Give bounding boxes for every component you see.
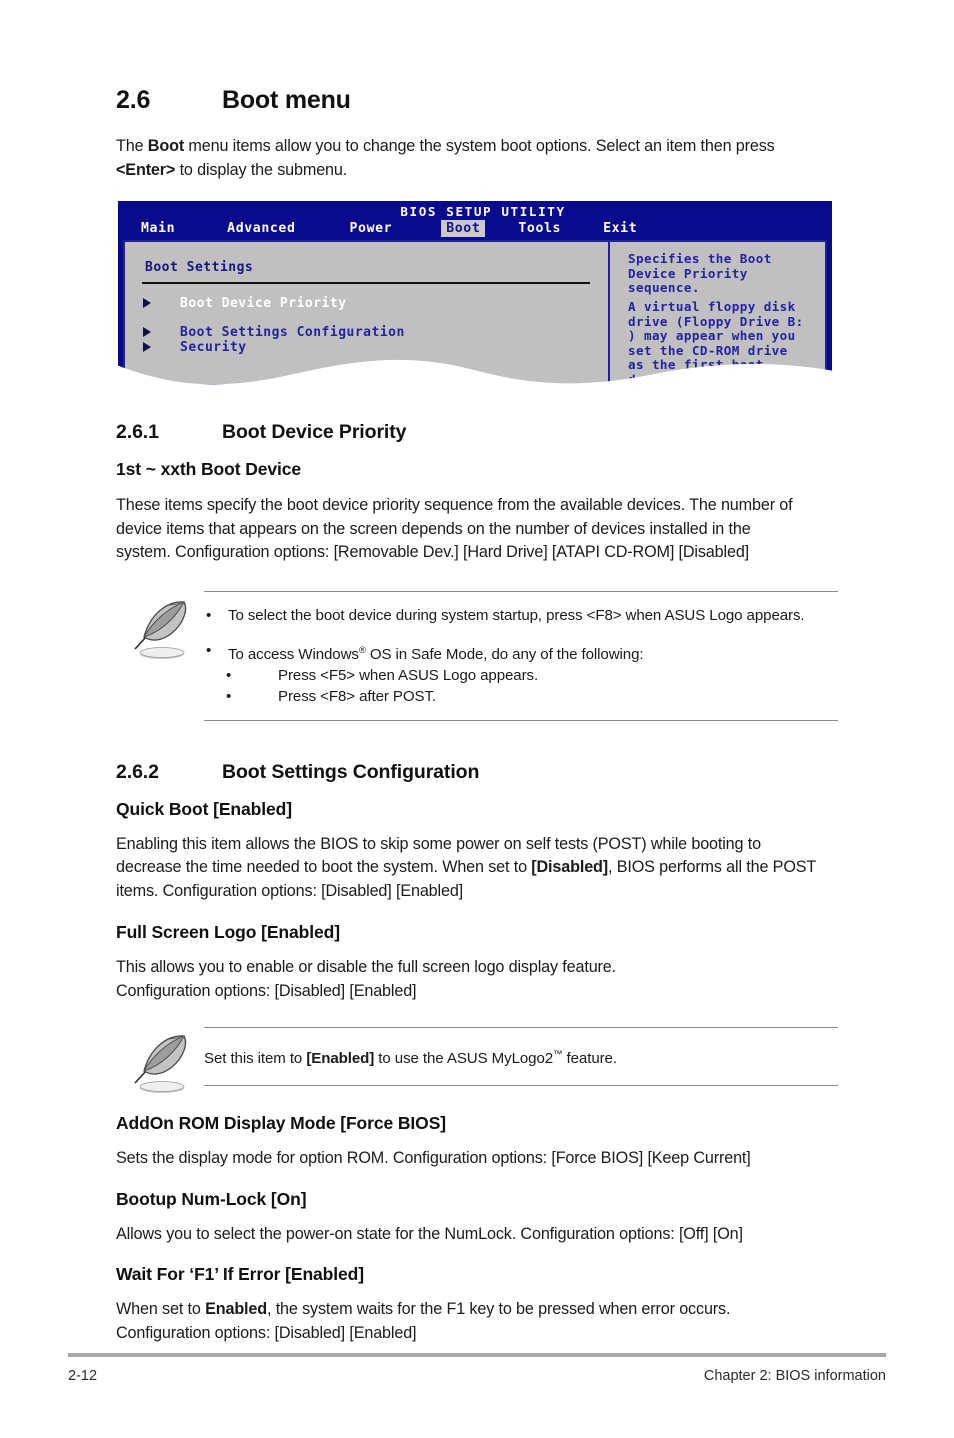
heading-addon-rom-display-mode: AddOn ROM Display Mode [Force BIOS]	[116, 1113, 446, 1134]
intro-part-2: menu items allow you to change the syste…	[184, 137, 775, 155]
section-number: 2.6	[116, 86, 151, 114]
bootup-num-lock-body: Allows you to select the power-on state …	[116, 1224, 743, 1243]
bios-item-boot-settings-configuration[interactable]: Boot Settings Configuration	[180, 325, 405, 340]
intro-part-3: to display the submenu.	[175, 160, 348, 179]
subsection-title: Boot Settings Configuration	[222, 760, 480, 783]
submenu-arrow-icon	[143, 342, 151, 352]
bios-tab-exit[interactable]: Exit	[598, 220, 642, 237]
heading-wait-for-f1-if-error: Wait For ‘F1’ If Error [Enabled]	[116, 1264, 364, 1285]
bios-menu-bar: Main Advanced Power Boot Tools Exit	[118, 219, 832, 238]
section-title: Boot menu	[222, 86, 351, 114]
intro-part-1: The	[116, 137, 148, 155]
footer-page-number: 2-12	[68, 1368, 98, 1384]
quill-pen-icon	[134, 600, 187, 659]
note-content: • To select the boot device during syste…	[204, 590, 838, 721]
subsection-number: 2.6.2	[116, 760, 159, 783]
document-page: 2.6 Boot menu The Boot menu items allow …	[0, 0, 954, 1438]
body-part-b: , the system waits for the F1 key to be …	[267, 1300, 731, 1319]
bios-tab-main[interactable]: Main	[136, 220, 180, 237]
bios-tab-advanced[interactable]: Advanced	[222, 220, 300, 237]
note-text: Press <F8> after POST.	[278, 687, 437, 705]
note-box-2: Set this item to [Enabled] to use the AS…	[116, 1027, 838, 1094]
note-bold-enabled: [Enabled]	[306, 1050, 375, 1068]
bios-tab-tools[interactable]: Tools	[513, 220, 566, 237]
note-text: To select the boot device during system …	[228, 606, 805, 624]
intro-bold-boot: Boot	[147, 137, 185, 155]
subsection-title: Boot Device Priority	[222, 421, 407, 443]
intro-bold-enter: <Enter>	[116, 160, 176, 179]
bios-setup-utility-screen: BIOS SETUP UTILITY Main Advanced Power B…	[118, 201, 832, 386]
bullet-icon: •	[226, 687, 232, 705]
note-icon-wrap	[116, 591, 204, 721]
registered-mark: ®	[358, 644, 366, 656]
note-bullet-item: • To select the boot device during syste…	[204, 605, 838, 626]
bullet-icon: •	[206, 606, 212, 624]
full-screen-logo-body-line-2: Configuration options: [Disabled] [Enabl…	[116, 981, 417, 1000]
bios-utility-title: BIOS SETUP UTILITY	[400, 204, 566, 219]
note-text-a: To access Windows	[228, 645, 359, 663]
note-sub-bullet-item: • Press <F8> after POST.	[204, 686, 838, 707]
heading-quick-boot: Quick Boot [Enabled]	[116, 798, 292, 819]
body-part-a: When set to	[116, 1300, 206, 1319]
bios-help-pane: Specifies the Boot Device Priority seque…	[612, 242, 825, 386]
bios-help-text-2: A virtual floppy disk drive (Floppy Driv…	[628, 299, 804, 386]
note-text-b: to use the ASUS MyLogo2	[374, 1050, 554, 1068]
submenu-arrow-icon	[143, 327, 151, 337]
wait-for-f1-body-line-2: Configuration options: [Disabled] [Enabl…	[116, 1323, 417, 1342]
bullet-icon: •	[226, 666, 232, 684]
bios-settings-pane: Boot Settings Boot Device Priority Boot …	[125, 242, 610, 384]
footer-chapter-label: Chapter 2: BIOS information	[703, 1368, 886, 1384]
heading-1st-xxth-boot-device: 1st ~ xxth Boot Device	[116, 459, 302, 479]
section-heading-2-6-1: 2.6.1 Boot Device Priority	[116, 421, 838, 444]
bios-item-security[interactable]: Security	[180, 340, 247, 355]
note-box-1: • To select the boot device during syste…	[116, 590, 838, 721]
bios-tab-power[interactable]: Power	[345, 220, 398, 237]
note-text: To access Windows® OS in Safe Mode, do a…	[228, 640, 644, 665]
bios-help-text-1: Specifies the Boot Device Priority seque…	[628, 251, 772, 296]
bios-panel-title: Boot Settings	[145, 260, 254, 275]
addon-rom-body: Sets the display mode for option ROM. Co…	[116, 1149, 751, 1168]
bios-content-area: Boot Settings Boot Device Priority Boot …	[123, 240, 827, 386]
quill-pen-icon	[134, 1035, 187, 1094]
note-text-a: Set this item to	[204, 1050, 307, 1068]
body-bold-disabled: [Disabled]	[531, 858, 609, 877]
wait-for-f1-body-line-1: When set to Enabled, the system waits fo…	[116, 1298, 838, 1322]
bios-item-boot-device-priority[interactable]: Boot Device Priority	[180, 296, 347, 311]
body-bold-enabled: Enabled	[205, 1300, 267, 1319]
note-text: Set this item to [Enabled] to use the AS…	[204, 1044, 838, 1069]
note-text-b: OS in Safe Mode, do any of the following…	[365, 645, 644, 663]
heading-full-screen-logo: Full Screen Logo [Enabled]	[116, 922, 340, 943]
full-screen-logo-body-line-1: This allows you to enable or disable the…	[116, 958, 617, 977]
bios-screenshot: BIOS SETUP UTILITY Main Advanced Power B…	[118, 201, 832, 386]
section-heading-2-6-2: 2.6.2 Boot Settings Configuration	[116, 761, 838, 784]
note-sub-bullet-item: • Press <F5> when ASUS Logo appears.	[204, 665, 838, 686]
note-text: Press <F5> when ASUS Logo appears.	[278, 666, 539, 684]
section-heading-2-6: 2.6 Boot menu	[116, 86, 838, 115]
note-bullet-item: • To access Windows® OS in Safe Mode, do…	[204, 640, 838, 665]
page-content: 2.6 Boot menu The Boot menu items allow …	[116, 0, 838, 1345]
bullet-icon: •	[206, 641, 212, 659]
section-intro-paragraph: The Boot menu items allow you to change …	[116, 135, 806, 182]
submenu-arrow-icon	[143, 298, 151, 308]
subsection-number: 2.6.1	[116, 421, 159, 443]
heading-bootup-num-lock: Bootup Num-Lock [On]	[116, 1188, 307, 1209]
note-icon-wrap	[116, 1027, 204, 1094]
footer-divider	[68, 1353, 886, 1357]
note-content: Set this item to [Enabled] to use the AS…	[204, 1027, 838, 1087]
boot-device-priority-body: These items specify the boot device prio…	[116, 496, 793, 561]
quick-boot-body: Enabling this item allows the BIOS to sk…	[116, 833, 828, 904]
bios-tab-boot[interactable]: Boot	[441, 220, 486, 237]
note-text-c: feature.	[562, 1050, 618, 1068]
bios-panel-divider	[142, 282, 590, 284]
